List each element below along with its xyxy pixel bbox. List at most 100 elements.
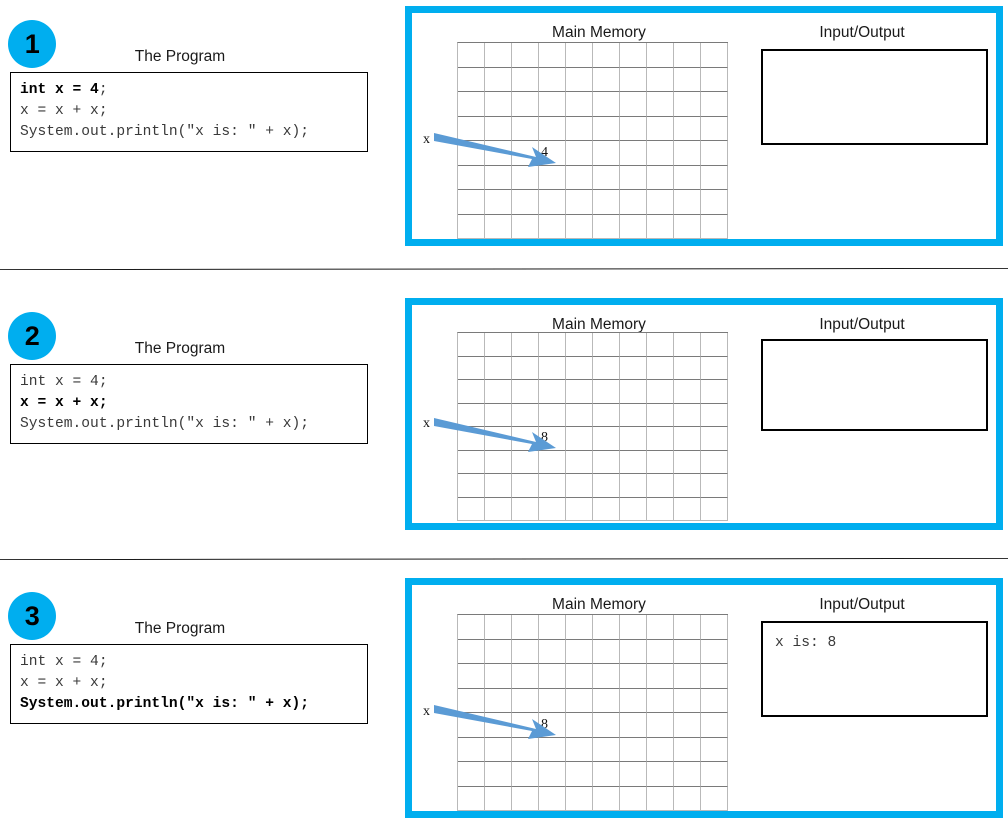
memory-cell <box>647 214 674 239</box>
memory-cell <box>620 713 647 738</box>
memory-cell <box>539 116 566 141</box>
memory-cell <box>458 356 485 380</box>
memory-cell <box>539 450 566 474</box>
memory-cell <box>701 165 728 190</box>
memory-cell <box>620 92 647 117</box>
io-box-2 <box>761 339 988 431</box>
memory-cell <box>512 92 539 117</box>
memory-cell <box>620 615 647 640</box>
memory-cell <box>701 333 728 357</box>
memory-cell <box>539 786 566 811</box>
memory-cell <box>620 786 647 811</box>
memory-cell <box>674 333 701 357</box>
memory-cell <box>593 427 620 451</box>
memory-cell <box>566 497 593 521</box>
memory-cell <box>512 664 539 689</box>
memory-cell <box>593 356 620 380</box>
input-output-title: Input/Output <box>819 316 905 333</box>
memory-cell <box>485 403 512 427</box>
memory-cell <box>647 67 674 92</box>
memory-cell <box>674 664 701 689</box>
memory-cell <box>701 664 728 689</box>
memory-cell <box>566 43 593 68</box>
pointer-label-x: x <box>423 704 430 719</box>
memory-cell <box>647 333 674 357</box>
memory-cell <box>485 639 512 664</box>
memory-cell <box>593 786 620 811</box>
memory-cell <box>620 497 647 521</box>
memory-grid-2: 8 <box>457 332 728 521</box>
memory-cell <box>512 380 539 404</box>
memory-cell <box>647 427 674 451</box>
memory-cell <box>512 116 539 141</box>
memory-cell <box>539 497 566 521</box>
memory-cell <box>458 333 485 357</box>
memory-cell <box>674 43 701 68</box>
memory-cell <box>647 497 674 521</box>
memory-cell <box>485 427 512 451</box>
memory-cell <box>512 214 539 239</box>
memory-cell <box>647 356 674 380</box>
memory-cell <box>647 474 674 498</box>
memory-cell <box>593 190 620 215</box>
memory-cell <box>593 214 620 239</box>
memory-cell <box>647 713 674 738</box>
code-line-3: System.out.println("x is: " + x); <box>20 124 310 140</box>
memory-cell <box>512 333 539 357</box>
memory-cell <box>485 43 512 68</box>
memory-cell <box>674 450 701 474</box>
input-output-title: Input/Output <box>819 596 905 613</box>
memory-cell <box>620 165 647 190</box>
memory-cell <box>512 450 539 474</box>
code-block-1: int x = 4; x = x + x; System.out.println… <box>10 72 368 152</box>
memory-cell <box>566 141 593 166</box>
memory-cell <box>485 356 512 380</box>
memory-cell <box>566 615 593 640</box>
memory-cell <box>620 333 647 357</box>
memory-cell <box>620 427 647 451</box>
memory-cell <box>512 403 539 427</box>
memory-cell <box>512 615 539 640</box>
memory-cell <box>512 43 539 68</box>
memory-cell <box>647 664 674 689</box>
panel-separator-1 <box>0 268 1008 270</box>
memory-cell <box>566 165 593 190</box>
memory-cell <box>512 688 539 713</box>
memory-cell-value: 8 <box>541 430 548 446</box>
memory-cell <box>566 403 593 427</box>
memory-cell <box>701 713 728 738</box>
program-caption: The Program <box>134 620 226 637</box>
memory-cell <box>593 762 620 787</box>
memory-cell <box>485 713 512 738</box>
memory-cell <box>647 43 674 68</box>
memory-cell <box>458 713 485 738</box>
memory-cell <box>674 615 701 640</box>
memory-cell <box>458 141 485 166</box>
memory-cell <box>512 141 539 166</box>
memory-cell <box>458 737 485 762</box>
memory-cell <box>593 43 620 68</box>
memory-cell <box>458 403 485 427</box>
memory-cell <box>647 639 674 664</box>
memory-cell <box>593 737 620 762</box>
memory-cell <box>512 474 539 498</box>
trace-step-panel-2: 2 The Program int x = 4; x = x + x; Syst… <box>0 292 1008 554</box>
memory-cell: 8 <box>539 713 566 738</box>
memory-cell <box>647 165 674 190</box>
memory-cell <box>620 664 647 689</box>
memory-cell <box>674 688 701 713</box>
pointer-label-x: x <box>423 416 430 431</box>
memory-cell <box>566 92 593 117</box>
memory-cell <box>593 403 620 427</box>
memory-cell <box>674 639 701 664</box>
memory-cell <box>485 688 512 713</box>
memory-cell: 4 <box>539 141 566 166</box>
memory-cell <box>701 450 728 474</box>
main-memory-title: Main Memory <box>552 24 646 41</box>
memory-cell <box>539 664 566 689</box>
memory-cell <box>674 380 701 404</box>
memory-cell <box>701 356 728 380</box>
memory-cell <box>458 474 485 498</box>
memory-cell <box>485 165 512 190</box>
code-line-1: int x = 4; <box>20 82 108 98</box>
